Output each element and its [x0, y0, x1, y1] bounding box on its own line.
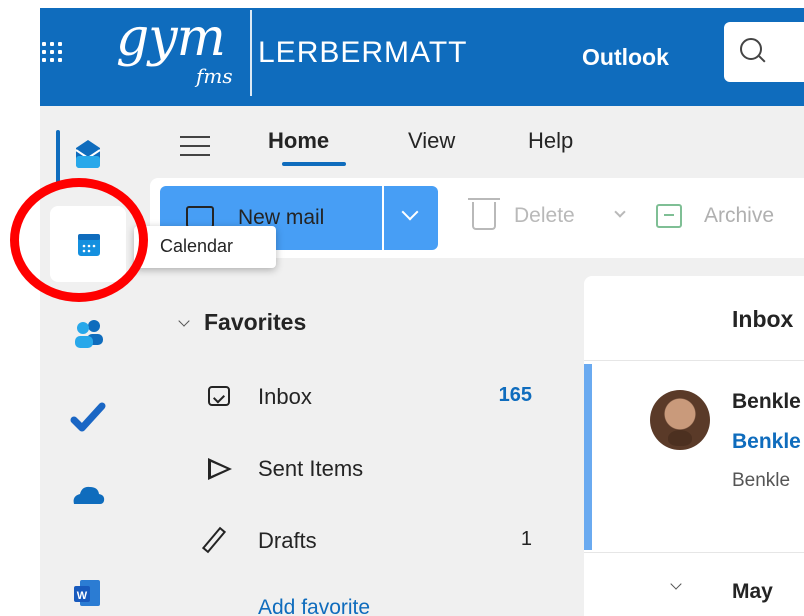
- folder-label: Sent Items: [258, 456, 364, 481]
- hamburger-menu-icon[interactable]: [180, 136, 210, 156]
- highlight-circle-annotation: [10, 178, 148, 302]
- logo-text: LERBERMATT: [258, 36, 468, 69]
- tab-help[interactable]: Help: [528, 128, 573, 154]
- svg-text:W: W: [77, 590, 88, 602]
- divider: [584, 552, 804, 553]
- logo-divider: [250, 10, 252, 96]
- app-launcher-icon[interactable]: [42, 42, 62, 62]
- cloud-icon: [73, 486, 105, 504]
- rail-word-button[interactable]: W: [50, 566, 126, 616]
- rail-todo-button[interactable]: [50, 376, 126, 452]
- folder-item-sent-items[interactable]: Sent Items: [150, 442, 570, 496]
- draft-count: 1: [520, 528, 532, 550]
- folder-item-drafts[interactable]: Drafts 1: [150, 514, 570, 568]
- selection-indicator: [584, 364, 592, 550]
- word-icon: W: [74, 580, 100, 606]
- message-subject: Benkle: [732, 430, 801, 453]
- active-indicator: [56, 130, 60, 184]
- archive-icon: [656, 204, 682, 228]
- tab-home[interactable]: Home: [268, 128, 329, 154]
- delete-icon: [468, 198, 500, 230]
- tab-active-indicator: [282, 162, 346, 166]
- message-sender: Benkle: [732, 390, 801, 413]
- logo-script: gym: [116, 8, 226, 68]
- divider: [584, 360, 804, 361]
- favorites-label[interactable]: Favorites: [204, 309, 306, 336]
- archive-button[interactable]: Archive: [704, 204, 774, 228]
- envelope-icon: [186, 206, 214, 228]
- people-icon: [75, 320, 103, 348]
- folder-label: Drafts: [258, 528, 317, 553]
- search-box[interactable]: [724, 22, 804, 82]
- group-header[interactable]: May: [732, 580, 773, 604]
- checkmark-icon: [70, 402, 106, 432]
- chevron-down-icon: [401, 203, 419, 221]
- tab-view[interactable]: View: [408, 128, 455, 154]
- add-favorite-link[interactable]: Add favorite: [258, 596, 370, 616]
- logo-subscript: fms: [196, 64, 233, 88]
- rail-onedrive-button[interactable]: [50, 456, 126, 532]
- search-icon: [740, 38, 762, 60]
- message-list-title: Inbox: [732, 306, 794, 332]
- message-preview: Benkle: [732, 470, 791, 491]
- delete-button[interactable]: Delete: [514, 204, 575, 228]
- rail-people-button[interactable]: [50, 296, 126, 372]
- folder-label: Inbox: [258, 384, 312, 409]
- inbox-icon: [208, 386, 230, 406]
- calendar-tooltip: Calendar: [134, 226, 276, 268]
- new-mail-dropdown-button[interactable]: [384, 186, 438, 250]
- folder-item-inbox[interactable]: Inbox 165: [150, 370, 570, 424]
- unread-count: 165: [498, 384, 532, 406]
- send-icon: [208, 458, 232, 480]
- avatar: [650, 390, 710, 450]
- app-name[interactable]: Outlook: [582, 44, 669, 71]
- pencil-icon: [201, 526, 227, 554]
